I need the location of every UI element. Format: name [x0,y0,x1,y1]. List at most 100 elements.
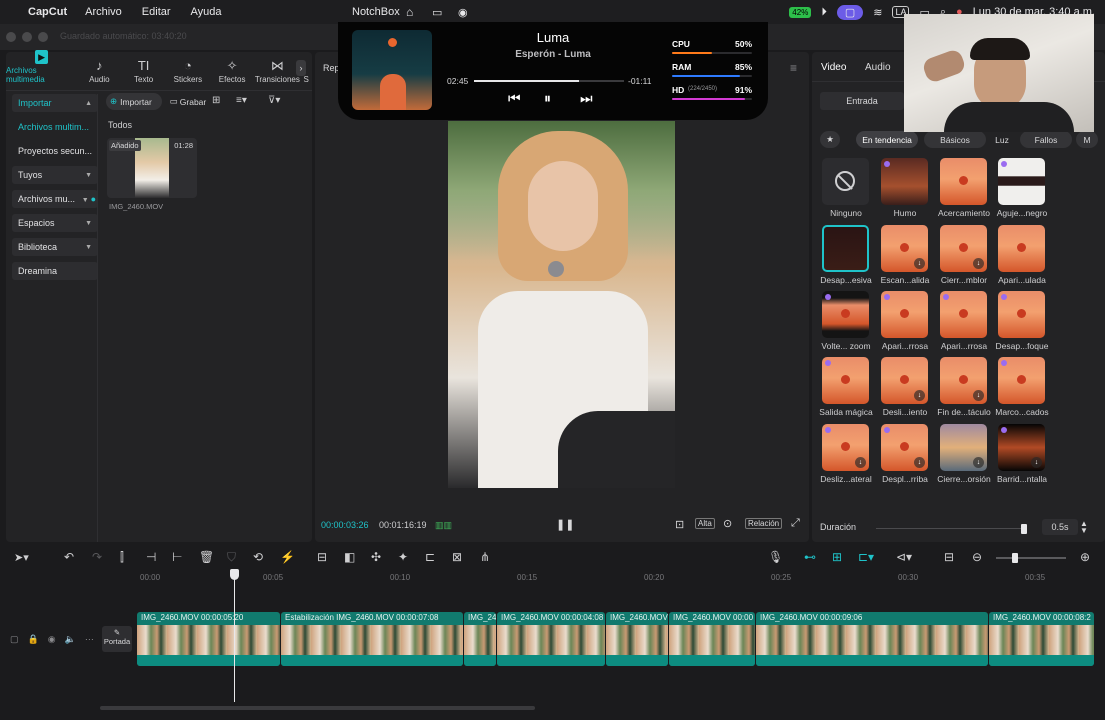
menu-editar[interactable]: Editar [142,6,171,18]
playhead-handle[interactable] [230,569,239,580]
wifi-icon[interactable]: ≋ [873,6,882,19]
preview-axis-icon[interactable]: ⊲▾ [896,550,912,564]
zoom-window-button[interactable] [38,32,48,42]
effect-tile-despl-rriba[interactable]: ↓ [881,424,928,471]
timeline-clip[interactable]: Estabilización IMG_2460.MOV 00:00:07:08 [281,612,463,666]
effect-tile-acercamiento[interactable] [940,158,987,205]
pause-track-icon[interactable]: ⏸ [544,90,551,107]
home-icon[interactable]: ⌂ [406,5,413,19]
speaker-icon[interactable]: 🔈 [65,634,76,650]
fit-icon[interactable]: ⊟ [944,550,954,564]
battery-badge[interactable]: 42% [789,6,812,18]
sort-icon[interactable]: ≡▾ [236,95,247,106]
loop-icon[interactable]: ⟲ [253,550,263,564]
pause-icon[interactable]: ❚❚ [556,518,574,531]
timeline-scrollbar[interactable] [100,706,535,710]
timeline-clip[interactable]: IMG_2460.MOV [606,612,668,666]
timeline-clip[interactable]: IMG_2460.MOV 00:00:05:20 [137,612,280,666]
tab-audio-right[interactable]: Audio [865,62,891,73]
tab-transiciones[interactable]: ⋈ Transiciones [254,52,300,88]
menu-ayuda[interactable]: Ayuda [191,6,222,18]
tab-efectos[interactable]: ✧ Efectos [210,52,254,88]
effect-tile-humo[interactable] [881,158,928,205]
menu-archivo[interactable]: Archivo [85,6,122,18]
filter-luz[interactable]: Luz [988,131,1016,148]
timeline-clip[interactable]: IMG_2460.MOV 00:00:09:06 [756,612,988,666]
zoom-out-icon[interactable]: ⊖ [972,550,982,564]
effect-tile-marco-cados[interactable] [998,357,1045,404]
effect-tile-desap-foque[interactable] [998,291,1045,338]
chevron-right-icon[interactable]: › [296,60,306,76]
grid-view-icon[interactable]: ⊞ [212,95,220,106]
tab-stickers[interactable]: ◔ Stickers [166,52,210,88]
effect-tile-salida-magica[interactable] [822,357,869,404]
previous-track-icon[interactable]: ⏮ [508,90,521,107]
effect-tile-volte-zoom[interactable] [822,291,869,338]
effect-tile-apari-rrosa[interactable] [940,291,987,338]
split-right-icon[interactable]: ⊢ [172,550,182,564]
delete-icon[interactable]: 🗑 [199,550,214,564]
shield-icon[interactable]: ⛉ [227,550,236,565]
crop-tool-icon[interactable]: ⊏ [425,550,435,564]
quality-button[interactable]: Alta [695,518,715,529]
stabilize-icon[interactable]: ✣ [371,550,381,564]
snap-icon[interactable]: ⊏▾ [858,550,874,564]
compass-icon[interactable]: ◉ [458,6,468,19]
duration-slider-thumb[interactable] [1021,524,1027,534]
link-icon[interactable]: ⊷ [804,550,816,564]
effect-tile-desli-iento[interactable]: ↓ [881,357,928,404]
cover-button[interactable]: ✎ Portada [102,626,132,652]
close-window-button[interactable] [6,32,16,42]
magic-wand-icon[interactable]: ✦ [398,550,408,564]
media-item-card[interactable]: Añadido 01:28 [107,138,197,198]
sidebar-item-biblioteca[interactable]: Biblioteca ▼ [12,238,98,256]
album-art[interactable] [352,30,432,110]
effect-tile-desliz-ateral[interactable]: ↓ [822,424,869,471]
screen-mirror-icon[interactable]: ▢ [836,4,864,20]
tab-video[interactable]: Video [821,62,846,73]
tab-audio[interactable]: ♪ Audio [77,52,121,88]
effect-tile-fin-de-taculo[interactable]: ↓ [940,357,987,404]
zoom-in-icon[interactable]: ⊕ [1080,550,1090,564]
effect-tile-escan-alida[interactable]: ↓ [881,225,928,272]
menu-notchbox[interactable]: NotchBox [352,6,400,18]
minimize-window-button[interactable] [22,32,32,42]
select-cursor-icon[interactable]: ➤▾ [14,551,29,564]
sidebar-item-archivos-multimedia[interactable]: Archivos multim... [12,118,98,136]
subtab-entrada[interactable]: Entrada [820,92,904,110]
filter-en-tendencia[interactable]: En tendencia [856,131,918,148]
filter-basicos[interactable]: Básicos [924,131,986,148]
sidebar-item-espacios[interactable]: Espacios ▼ [12,214,98,232]
eye-icon[interactable]: ◉ [48,634,56,650]
sidebar-item-importar[interactable]: Importar ▲ [12,94,98,112]
sidebar-item-archivos-mu[interactable]: Archivos mu... ▼ ● [12,190,98,208]
timeline-clip[interactable]: IMG_2460.MOV 00:00:08:2 [989,612,1094,666]
speed-icon[interactable]: ⚡ [280,550,295,564]
duration-slider-track[interactable] [876,528,1024,529]
more-icon[interactable]: ⋯ [85,634,94,650]
sidebar-item-dreamina[interactable]: Dreamina [12,262,98,280]
duration-value[interactable]: 0.5s [1042,519,1078,535]
timeline-clip[interactable]: IMG_2460.MOV 00:00 [669,612,755,666]
menu-icon[interactable]: ≡ [790,61,797,75]
track-select-icon[interactable]: ▢ [10,634,19,650]
magnet-icon[interactable]: ⊞ [832,550,842,564]
lock-icon[interactable]: 🔒 [28,634,39,650]
timeline-clip[interactable]: IMG_2460.MOV 00:00:04:08 [497,612,605,666]
next-track-icon[interactable]: ⏭ [580,90,593,107]
zoom-slider-track[interactable] [996,557,1066,559]
favorites-star-icon[interactable]: ★ [820,131,840,148]
video-preview-frame[interactable] [448,121,675,488]
track-progress-bar[interactable] [474,80,624,82]
ratio-button[interactable]: Relación [745,518,783,529]
redo-icon[interactable]: ↷ [92,550,102,564]
effect-tile-apari-ulada[interactable] [998,225,1045,272]
play-circle-icon[interactable]: ⏵ [821,6,827,19]
import-button[interactable]: ⊕ Importar [106,93,162,110]
zoom-slider-thumb[interactable] [1012,553,1018,563]
effect-tile-aguje-negro[interactable] [998,158,1045,205]
image-edit-icon[interactable]: ⊠ [452,550,462,564]
timeline-clip[interactable]: IMG_24 [464,612,496,666]
split-left-icon[interactable]: ⊣ [146,550,156,564]
mirror-icon[interactable]: ◧ [344,550,355,564]
